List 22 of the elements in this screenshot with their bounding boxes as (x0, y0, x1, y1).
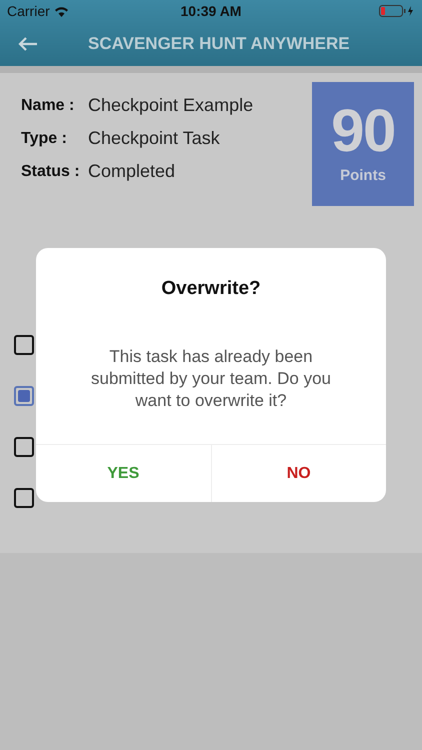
cancel-button[interactable]: NO (210, 445, 386, 502)
field-label: Status : (21, 162, 81, 182)
app-title: SCAVENGER HUNT ANYWHERE (88, 33, 350, 56)
option-checkbox[interactable] (14, 386, 34, 406)
back-arrow-icon (18, 36, 38, 52)
carrier-label: Carrier (7, 2, 50, 20)
confirm-button[interactable]: YES (36, 445, 210, 502)
dialog-message: This task has already been submitted by your team. Do you want to overwrite it? (90, 346, 332, 412)
field-value: Completed (88, 160, 176, 183)
clock-time: 10:39 AM (180, 2, 242, 20)
field-label: Name : (21, 96, 76, 116)
wifi-icon (54, 6, 69, 16)
option-checkbox[interactable] (14, 488, 34, 508)
points-value: 90 (331, 100, 395, 161)
battery-icon (378, 5, 415, 17)
option-checkbox[interactable] (14, 437, 34, 457)
option-checkbox[interactable] (14, 335, 34, 355)
field-value: Checkpoint Example (88, 94, 254, 117)
field-value: Checkpoint Task (88, 127, 220, 150)
points-label: Points (340, 166, 386, 186)
dialog-title: Overwrite? (160, 277, 262, 301)
field-label: Type : (21, 128, 68, 148)
